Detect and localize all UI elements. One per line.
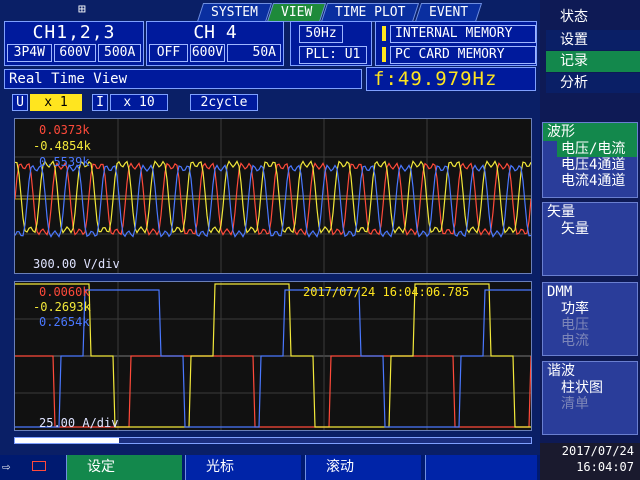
- harmonic-section: 谐波 柱状图 清单: [542, 361, 638, 435]
- arrow-right-icon: ⇨: [2, 459, 11, 475]
- ch123-title: CH1,2,3: [32, 22, 116, 43]
- dmm-current: 电流: [561, 333, 589, 349]
- vector-section: 矢量 矢量: [542, 202, 638, 276]
- current-scale: 25.00 A/div: [39, 416, 119, 430]
- freq-setting: 50Hz: [299, 25, 343, 43]
- ch4-state: OFF: [149, 44, 188, 62]
- harmonic-section-title: 谐波: [547, 363, 575, 379]
- current-zoom-value[interactable]: x 10: [110, 94, 168, 111]
- harmonic-list: 清单: [561, 396, 589, 412]
- footer-cursor-button[interactable]: 光标: [185, 455, 301, 480]
- current-waveform-panel[interactable]: 0.0060k -0.2693k 0.2654k 2017/07/24 16:0…: [14, 281, 532, 431]
- footer-scroll-button[interactable]: 滚动: [305, 455, 421, 480]
- wiring-value: 3P4W: [7, 44, 52, 62]
- menu-analysis[interactable]: 分析: [546, 73, 640, 93]
- dmm-power[interactable]: 功率: [543, 301, 637, 317]
- waveform-voltage-4ch[interactable]: 电压4通道: [543, 157, 637, 173]
- internal-memory: INTERNAL MEMORY: [390, 25, 536, 43]
- memory-panel[interactable]: INTERNAL MEMORY PC CARD MEMORY: [375, 21, 537, 66]
- voltage-reading-3: 0.5539k: [39, 155, 90, 169]
- current-zoom-label: I: [92, 94, 108, 111]
- voltage-waveform-plot: [15, 119, 531, 273]
- current-reading-1: 0.0060k: [39, 285, 90, 299]
- ch123-current-range: 500A: [98, 44, 141, 62]
- scrollbar-thumb[interactable]: [15, 438, 119, 443]
- card-slot-icon: [32, 461, 46, 471]
- waveform-section: 波形 电压/电流 电压4通道 电流4通道: [542, 122, 638, 198]
- pll-source: PLL: U1: [299, 46, 367, 64]
- view-title: Real Time View: [4, 69, 362, 89]
- footer-empty-button[interactable]: [425, 455, 537, 480]
- ch4-voltage-range: 600V: [189, 44, 226, 62]
- internal-memory-indicator: [382, 26, 386, 41]
- clock-date: 2017/07/24: [561, 444, 634, 458]
- capture-timestamp: 2017/07/24 16:04:06.785: [303, 285, 470, 299]
- clock-time: 16:04:07: [576, 460, 634, 474]
- menu-setup[interactable]: 设置: [546, 30, 640, 50]
- menu-status[interactable]: 状态: [546, 6, 640, 28]
- ch4-title: CH 4: [193, 22, 237, 43]
- card-memory: PC CARD MEMORY: [390, 46, 536, 64]
- menu-record[interactable]: 记录: [546, 51, 640, 72]
- sync-panel[interactable]: 50Hz PLL: U1: [290, 21, 372, 66]
- voltage-zoom-value[interactable]: x 1: [30, 94, 82, 111]
- tab-view[interactable]: VIEW: [266, 3, 327, 22]
- clock: 2017/07/24 16:04:07: [540, 443, 640, 480]
- voltage-zoom-label: U: [12, 94, 28, 111]
- ch123-voltage-range: 600V: [53, 44, 97, 62]
- vector-section-title: 矢量: [547, 204, 575, 220]
- card-memory-indicator: [382, 47, 386, 62]
- waveform-voltage-current[interactable]: 电压/电流: [557, 141, 637, 157]
- tab-bar: SYSTEM VIEW TIME PLOT EVENT: [196, 3, 482, 22]
- dmm-section-title: DMM: [547, 284, 573, 300]
- frequency-label: f:: [373, 68, 398, 90]
- current-reading-3: 0.2654k: [39, 315, 90, 329]
- voltage-reading-1: 0.0373k: [39, 123, 90, 137]
- current-waveform-plot: [15, 282, 531, 430]
- time-scrollbar[interactable]: [14, 437, 532, 444]
- tab-event[interactable]: EVENT: [414, 3, 482, 22]
- voltage-reading-2: -0.4854k: [33, 139, 91, 153]
- current-reading-2: -0.2693k: [33, 300, 91, 314]
- tab-system[interactable]: SYSTEM: [196, 3, 273, 22]
- dmm-section: DMM 功率 电压 电流: [542, 282, 638, 356]
- ch4-current-range: 50A: [227, 44, 281, 62]
- ch4-panel[interactable]: CH 4 OFF 600V 50A: [146, 21, 284, 66]
- voltage-waveform-panel[interactable]: 0.0373k -0.4854k 0.5539k 300.00 V/div: [14, 118, 532, 274]
- network-icon: ⊞: [78, 2, 86, 17]
- footer-setup-button[interactable]: 设定: [66, 455, 182, 480]
- vector-view[interactable]: 矢量: [543, 221, 637, 237]
- ch123-panel[interactable]: CH1,2,3 3P4W 600V 500A: [4, 21, 144, 66]
- harmonic-bar-graph[interactable]: 柱状图: [543, 380, 637, 396]
- waveform-section-title: 波形: [543, 123, 637, 141]
- voltage-scale: 300.00 V/div: [33, 257, 120, 271]
- frequency-readout: f:49.979Hz: [366, 67, 536, 91]
- dmm-voltage: 电压: [561, 317, 589, 333]
- cycle-setting[interactable]: 2cycle: [190, 94, 258, 111]
- frequency-value: 49.979Hz: [397, 68, 498, 90]
- waveform-current-4ch[interactable]: 电流4通道: [543, 173, 637, 189]
- tab-time-plot[interactable]: TIME PLOT: [321, 3, 420, 22]
